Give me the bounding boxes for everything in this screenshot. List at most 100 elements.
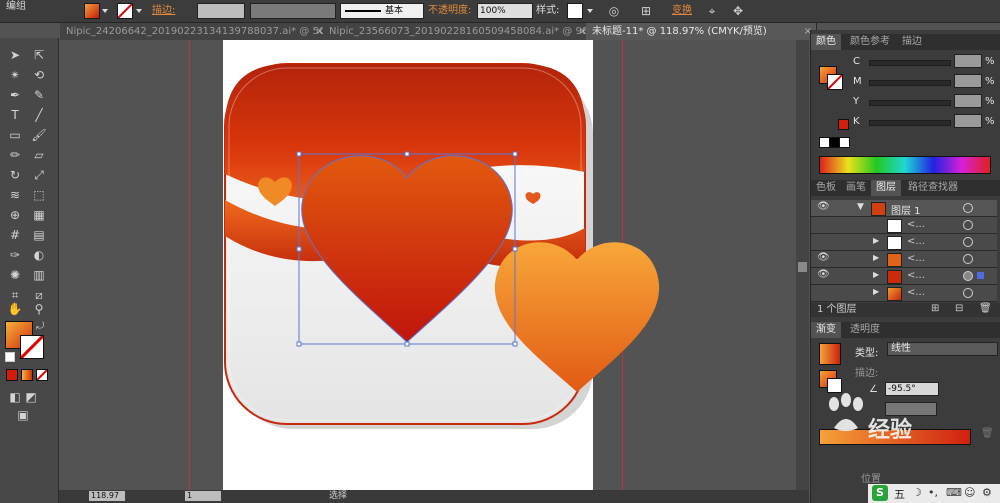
eye-icon[interactable]: 👁: [817, 252, 830, 263]
trash-icon[interactable]: 🗑: [979, 303, 992, 314]
rotate-tool-icon[interactable]: ↻: [6, 166, 24, 184]
punctuation-icon[interactable]: •,: [928, 486, 938, 499]
draw-behind-icon[interactable]: ◩: [22, 388, 40, 406]
channel-k-slider[interactable]: [869, 120, 951, 126]
variable-width-field[interactable]: [250, 3, 336, 19]
fill-dropdown-arrow[interactable]: [102, 9, 108, 13]
stroke-label[interactable]: 描边:: [152, 0, 175, 22]
target-icon[interactable]: [963, 237, 973, 247]
selection-tool-icon[interactable]: ➤: [6, 46, 24, 64]
type-tool-icon[interactable]: T: [6, 106, 24, 124]
expand-triangle-icon[interactable]: ▶: [873, 287, 879, 296]
channel-m-input[interactable]: [954, 74, 982, 88]
half-width-icon[interactable]: ☽: [912, 486, 922, 499]
tab-doc-1[interactable]: Nipic_24206642_20190223134139788037.ai* …: [60, 23, 329, 40]
eyedropper-tool-icon[interactable]: ✑: [6, 246, 24, 264]
tab-color[interactable]: 颜色: [811, 34, 841, 50]
collapse-triangle-icon[interactable]: ▼: [857, 202, 864, 212]
artboard-number-field[interactable]: 1: [185, 491, 221, 501]
stroke-dropdown-arrow[interactable]: [136, 9, 142, 13]
gradient-mode-icon[interactable]: [21, 369, 33, 381]
channel-c-slider[interactable]: [869, 60, 951, 66]
target-icon[interactable]: [963, 220, 973, 230]
gradient-type-select[interactable]: 线性: [887, 342, 998, 356]
delete-stop-icon[interactable]: 🗑: [981, 428, 994, 439]
expand-triangle-icon[interactable]: ▶: [873, 253, 879, 262]
zoom-tool-icon[interactable]: ⚲: [30, 300, 48, 318]
channel-c-input[interactable]: [954, 54, 982, 68]
gradient-stroke-swatch[interactable]: [827, 378, 842, 393]
tab-layers[interactable]: 图层: [871, 180, 901, 196]
vertical-scrollbar[interactable]: [796, 40, 809, 490]
arrange-icon[interactable]: ✥: [730, 3, 746, 19]
target-icon[interactable]: [963, 271, 973, 281]
layer-row-main[interactable]: 👁 ▼ 图层 1: [811, 200, 997, 217]
eraser-tool-icon[interactable]: ▱: [30, 146, 48, 164]
graphic-style-swatch[interactable]: [567, 3, 583, 19]
canvas[interactable]: [59, 40, 809, 490]
none-mode-icon[interactable]: [36, 369, 48, 381]
stroke-color-box[interactable]: [20, 335, 44, 359]
stroke-weight-field[interactable]: [197, 3, 245, 19]
color-spectrum[interactable]: [819, 156, 991, 174]
transform-link[interactable]: 变换: [672, 0, 692, 22]
channel-m-slider[interactable]: [869, 80, 951, 86]
opacity-label[interactable]: 不透明度:: [428, 0, 471, 22]
lasso-tool-icon[interactable]: ⟲: [30, 66, 48, 84]
opacity-input[interactable]: 100%: [477, 3, 533, 19]
paintbrush-tool-icon[interactable]: 🖌: [30, 126, 48, 144]
sublayer-row[interactable]: ▶ <...: [811, 234, 997, 251]
blend-tool-icon[interactable]: ◐: [30, 246, 48, 264]
target-icon[interactable]: [963, 254, 973, 264]
zoom-field[interactable]: 118.97: [89, 491, 125, 501]
brush-definition-field[interactable]: 基本: [340, 3, 424, 19]
line-tool-icon[interactable]: ╱: [30, 106, 48, 124]
direct-selection-tool-icon[interactable]: ⇱: [30, 46, 48, 64]
recolor-artwork-icon[interactable]: ◎: [606, 3, 622, 19]
free-transform-tool-icon[interactable]: ⬚: [30, 186, 48, 204]
width-tool-icon[interactable]: ≋: [6, 186, 24, 204]
tab-transparency[interactable]: 透明度: [845, 322, 885, 338]
expand-triangle-icon[interactable]: ▶: [873, 270, 879, 279]
target-icon[interactable]: [963, 203, 973, 213]
eye-icon[interactable]: 👁: [817, 269, 830, 280]
pen-tool-icon[interactable]: ✒: [6, 86, 24, 104]
isolate-group-icon[interactable]: ⌖: [704, 3, 720, 19]
tab-doc-2[interactable]: Nipic_23566073_20190228160509458084.ai* …: [323, 23, 592, 40]
tab-swatches[interactable]: 色板: [811, 180, 841, 196]
stroke-swatch[interactable]: [117, 3, 133, 19]
tab-pathfinder[interactable]: 路径查找器: [903, 180, 963, 196]
sublayer-row[interactable]: <...: [811, 217, 997, 234]
hand-tool-icon[interactable]: ✋: [6, 300, 24, 318]
shape-builder-tool-icon[interactable]: ⊕: [6, 206, 24, 224]
mesh-tool-icon[interactable]: #: [6, 226, 24, 244]
pencil-tool-icon[interactable]: ✏: [6, 146, 24, 164]
selection-indicator[interactable]: [977, 272, 984, 279]
settings-icon[interactable]: ⚙: [982, 486, 992, 499]
eye-icon[interactable]: 👁: [817, 201, 830, 212]
tab-stroke[interactable]: 描边: [897, 34, 927, 50]
sogou-ime-icon[interactable]: S: [872, 485, 888, 501]
rectangle-tool-icon[interactable]: ▭: [6, 126, 24, 144]
channel-k-input[interactable]: [954, 114, 982, 128]
fill-swatch[interactable]: [84, 3, 100, 19]
tab-brushes[interactable]: 画笔: [841, 180, 871, 196]
tab-color-guide[interactable]: 颜色参考: [845, 34, 895, 50]
ime-mode-label[interactable]: 五: [894, 486, 905, 502]
swap-colors-icon[interactable]: ⤾: [36, 321, 44, 332]
keyboard-icon[interactable]: ⌨: [946, 486, 962, 499]
sublayer-row[interactable]: 👁 ▶ <...: [811, 268, 997, 285]
tab-gradient[interactable]: 渐变: [811, 322, 841, 338]
tab-doc-3[interactable]: 未标题-11* @ 118.97% (CMYK/预览) ×: [586, 23, 817, 40]
default-colors-icon[interactable]: [5, 352, 15, 362]
channel-y-input[interactable]: [954, 94, 982, 108]
style-dropdown-arrow[interactable]: [587, 9, 593, 13]
expand-triangle-icon[interactable]: ▶: [873, 236, 879, 245]
gradient-preview[interactable]: [819, 343, 841, 365]
channel-y-slider[interactable]: [869, 100, 951, 106]
sublayer-row[interactable]: 👁 ▶ <...: [811, 251, 997, 268]
graph-tool-icon[interactable]: ▥: [30, 266, 48, 284]
scale-tool-icon[interactable]: ⤢: [30, 166, 48, 184]
perspective-grid-tool-icon[interactable]: ▦: [30, 206, 48, 224]
white-swatch[interactable]: [839, 137, 850, 148]
